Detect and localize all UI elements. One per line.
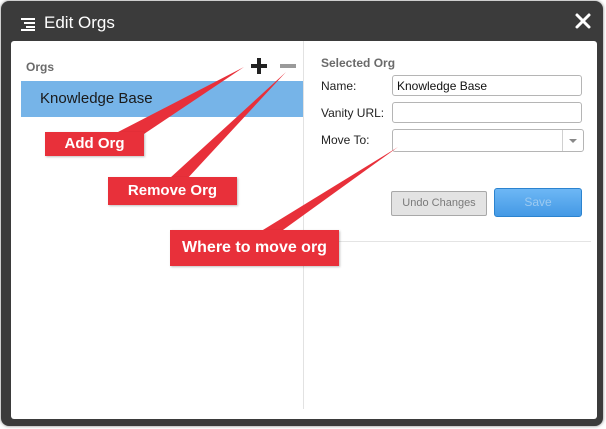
remove-org-callout: Remove Org [108, 177, 237, 205]
name-label: Name: [321, 79, 357, 93]
dialog-title: Edit Orgs [44, 13, 115, 32]
divider [304, 241, 591, 242]
org-item-label: Knowledge Base [40, 90, 153, 107]
name-input[interactable] [392, 75, 582, 96]
move-org-callout: Where to move org [170, 230, 339, 266]
add-org-callout: Add Org [45, 132, 144, 156]
selected-org-panel: Selected Org Name: Vanity URL: Move To: … [304, 41, 597, 419]
close-icon[interactable] [573, 11, 593, 31]
vanity-url-input[interactable] [392, 102, 582, 123]
move-to-label: Move To: [321, 133, 370, 147]
save-button[interactable]: Save [494, 188, 582, 217]
edit-orgs-dialog: Edit Orgs Orgs Knowledge Base Selected O… [1, 1, 603, 426]
orgs-label: Orgs [26, 60, 55, 74]
org-list-item[interactable]: Knowledge Base [21, 81, 303, 117]
move-to-select[interactable] [392, 129, 584, 152]
undo-changes-button[interactable]: Undo Changes [391, 191, 487, 216]
selected-org-heading: Selected Org [321, 56, 396, 70]
plus-icon[interactable] [250, 57, 268, 75]
title-bar: Edit Orgs [1, 1, 603, 42]
menu-icon [20, 16, 36, 32]
chevron-down-icon[interactable] [562, 130, 583, 151]
orgs-panel: Orgs Knowledge Base [11, 41, 304, 409]
vanity-url-label: Vanity URL: [321, 106, 385, 120]
minus-icon[interactable] [279, 57, 297, 75]
